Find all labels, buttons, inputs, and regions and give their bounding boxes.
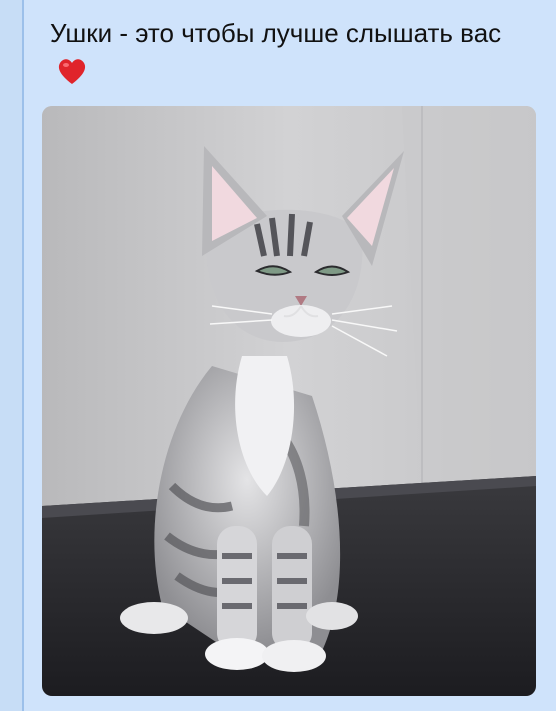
message-caption: Ушки - это чтобы лучше слышать вас [50,14,530,96]
kitten-image [42,106,536,696]
heart-emoji-icon [56,56,88,96]
message-bubble: Ушки - это чтобы лучше слышать вас [24,0,556,711]
left-rail [0,0,22,711]
kitten-photo[interactable] [42,106,536,696]
caption-text: Ушки - это чтобы лучше слышать вас [50,18,502,48]
